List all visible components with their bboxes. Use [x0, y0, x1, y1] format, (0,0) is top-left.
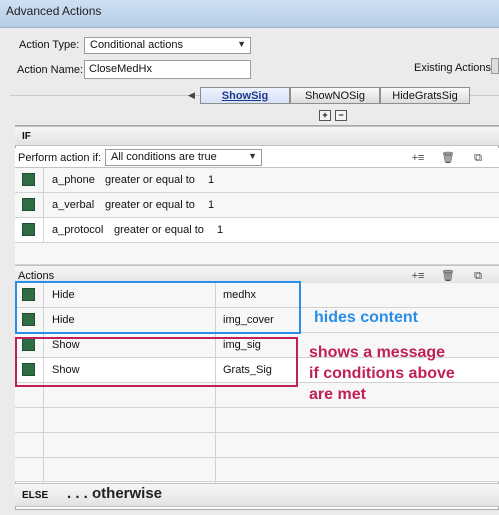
- add-row-icon[interactable]: +≡: [411, 270, 425, 282]
- divider: [43, 193, 44, 218]
- tab-shownosig[interactable]: ShowNOSig: [290, 87, 380, 104]
- annotation-line: are met: [309, 386, 366, 403]
- condition-operator: greater or equal to: [114, 224, 204, 236]
- action-type-label: Action Type:: [19, 39, 80, 51]
- condition-value: 1: [217, 224, 224, 236]
- action-type-select[interactable]: Conditional actions ▼: [84, 37, 251, 54]
- divider: [43, 458, 44, 483]
- checkbox-icon[interactable]: [22, 198, 35, 211]
- annotation-otherwise: . . . otherwise: [67, 485, 163, 502]
- condition-variable: a_phone: [52, 174, 95, 186]
- perform-condition-select[interactable]: All conditions are true ▼: [105, 149, 262, 166]
- chevron-down-icon: ▼: [248, 151, 257, 161]
- action-type-value: Conditional actions: [90, 39, 183, 51]
- window-title: Advanced Actions: [6, 4, 102, 18]
- tab-hidegratssig[interactable]: HideGratsSig: [380, 87, 470, 104]
- remove-decision-button[interactable]: −: [335, 110, 347, 121]
- empty-condition-row[interactable]: [15, 243, 499, 265]
- condition-operator: greater or equal to: [105, 174, 195, 186]
- add-decision-button[interactable]: +: [319, 110, 331, 121]
- empty-action-row[interactable]: [15, 433, 499, 458]
- action-name-label: Action Name:: [17, 64, 84, 76]
- checkbox-icon[interactable]: [22, 223, 35, 236]
- empty-action-row[interactable]: [15, 458, 499, 483]
- condition-variable: a_protocol: [52, 224, 104, 236]
- annotation-hides-content: hides content: [314, 309, 419, 326]
- condition-row[interactable]: a_phone greater or equal to 1: [15, 168, 499, 193]
- annotation-box-red: [15, 337, 298, 387]
- empty-action-row[interactable]: [15, 408, 499, 433]
- existing-actions-label: Existing Actions:: [414, 62, 495, 74]
- checkbox-icon[interactable]: [22, 173, 35, 186]
- existing-actions-select[interactable]: [491, 58, 499, 74]
- trash-icon[interactable]: 🗑: [441, 269, 455, 282]
- title-bar: Advanced Actions: [0, 0, 499, 28]
- divider: [43, 408, 44, 433]
- condition-value: 1: [208, 174, 215, 186]
- trash-icon[interactable]: 🗑: [441, 151, 455, 164]
- divider: [215, 408, 216, 433]
- if-title: IF: [22, 131, 31, 142]
- condition-row[interactable]: a_verbal greater or equal to 1: [15, 193, 499, 218]
- condition-toolbar: +≡ 🗑 ⧉: [395, 151, 485, 165]
- perform-label: Perform action if:: [18, 152, 102, 164]
- else-title: ELSE: [22, 490, 49, 501]
- annotation-line: if conditions above: [309, 365, 455, 382]
- divider: [43, 433, 44, 458]
- copy-icon[interactable]: ⧉: [471, 270, 485, 283]
- actions-toolbar: +≡ 🗑 ⧉: [395, 269, 485, 283]
- condition-row[interactable]: a_protocol greater or equal to 1: [15, 218, 499, 243]
- condition-value: 1: [208, 199, 215, 211]
- condition-variable: a_verbal: [52, 199, 95, 211]
- copy-icon[interactable]: ⧉: [471, 152, 485, 165]
- annotation-line: shows a message: [309, 344, 446, 361]
- divider: [215, 433, 216, 458]
- perform-condition-value: All conditions are true: [111, 151, 217, 163]
- if-header: IF: [15, 126, 499, 146]
- action-name-field[interactable]: CloseMedHx: [84, 60, 251, 79]
- tab-showsig[interactable]: ShowSig: [200, 87, 290, 104]
- divider: [43, 168, 44, 193]
- add-row-icon[interactable]: +≡: [411, 152, 425, 164]
- perform-bar: Perform action if: All conditions are tr…: [15, 148, 499, 168]
- divider: [43, 218, 44, 243]
- annotation-shows-message: shows a message if conditions above are …: [309, 342, 455, 405]
- condition-operator: greater or equal to: [105, 199, 195, 211]
- chevron-down-icon: ▼: [237, 39, 246, 49]
- divider: [215, 458, 216, 483]
- tab-scroll-left-icon[interactable]: ◀: [188, 90, 195, 101]
- annotation-box-blue: [15, 281, 301, 334]
